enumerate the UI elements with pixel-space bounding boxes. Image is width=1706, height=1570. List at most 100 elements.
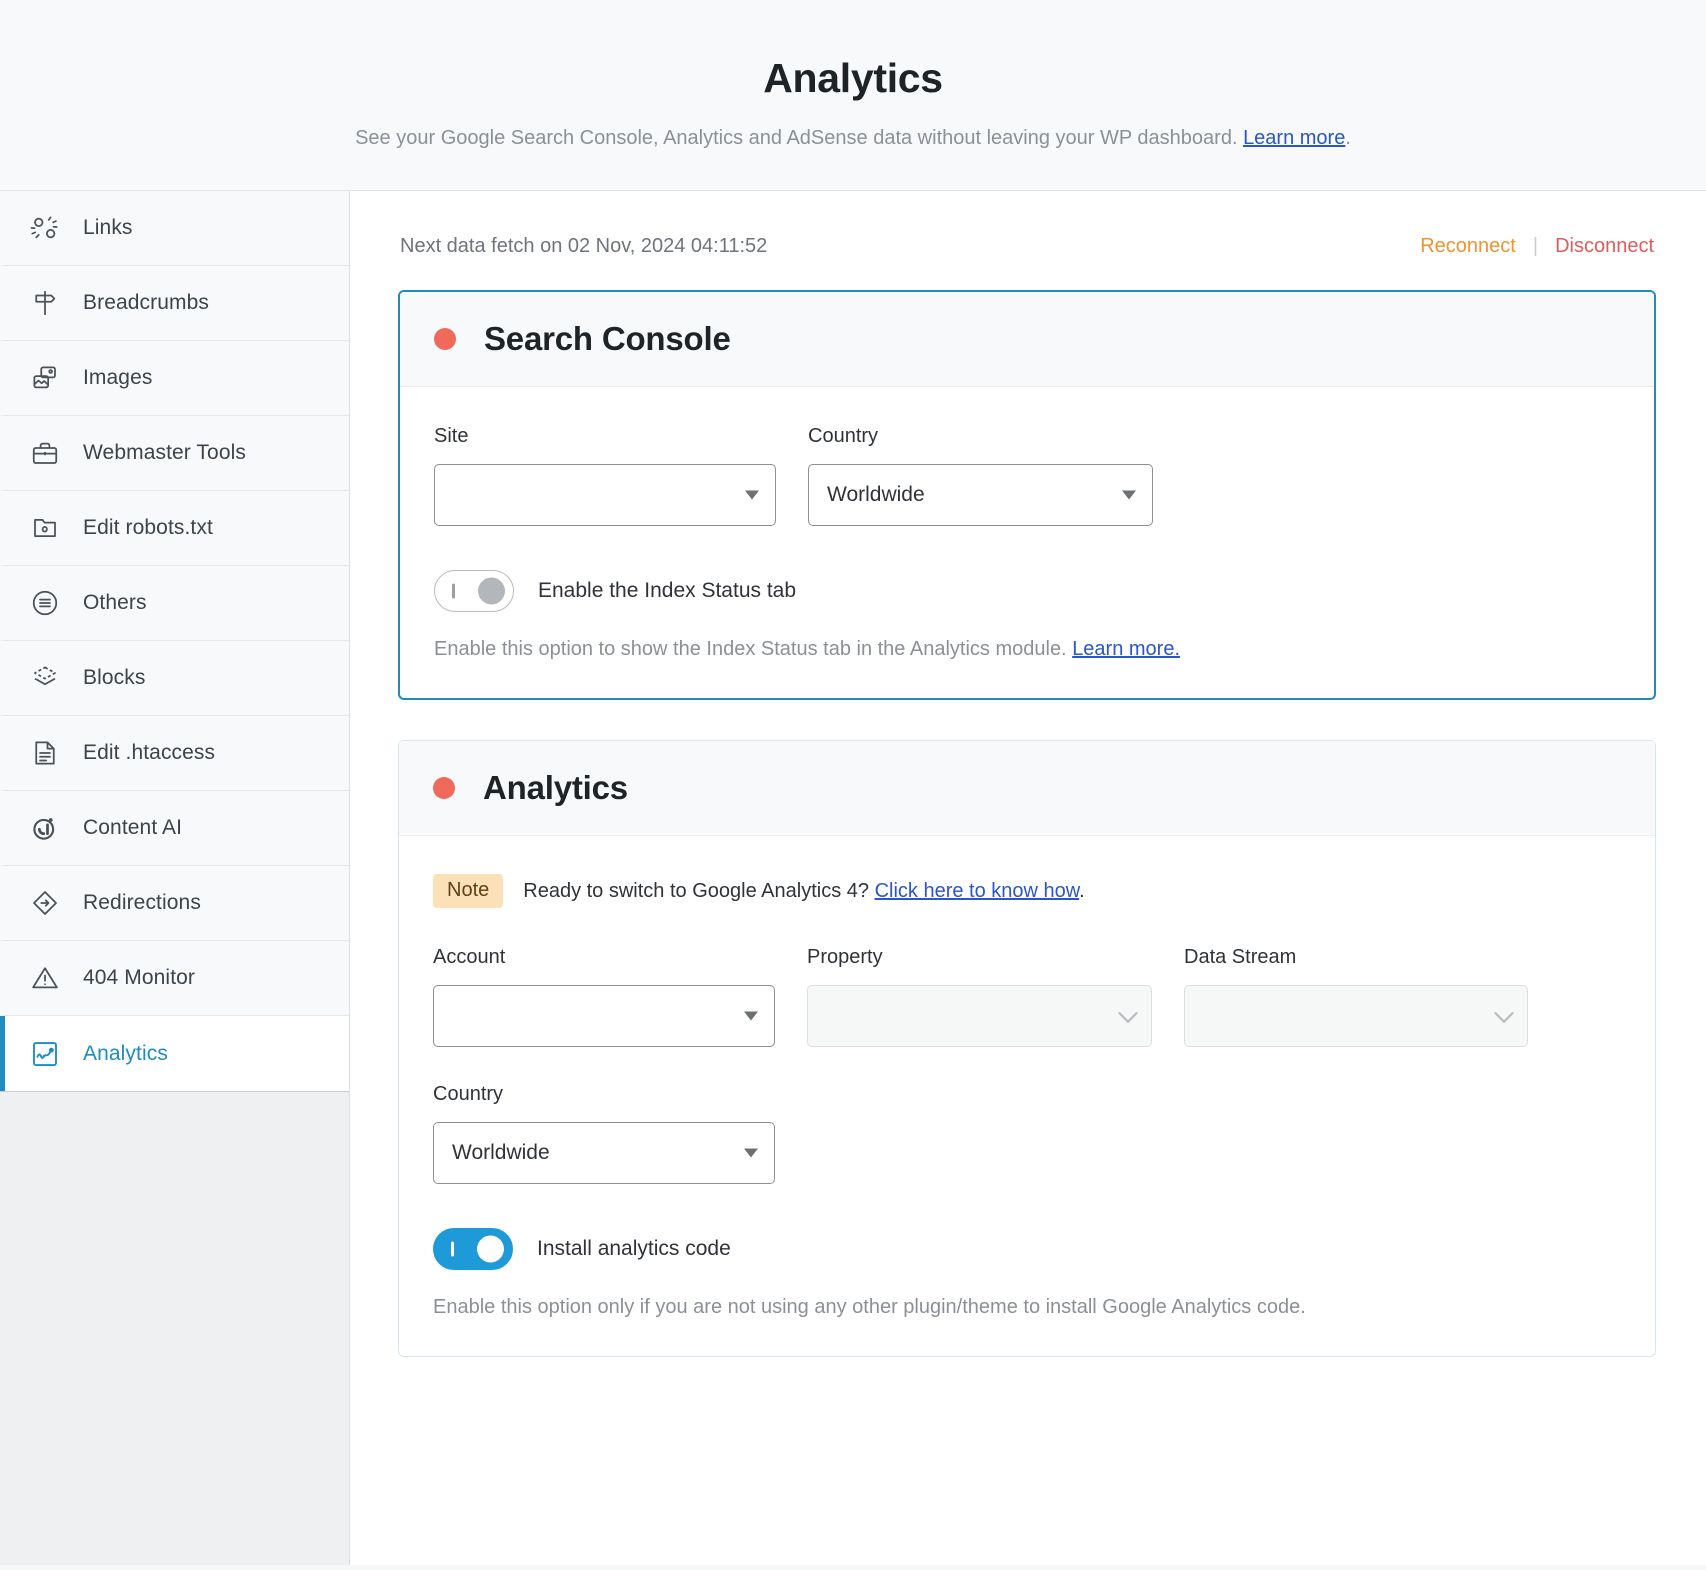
learn-more-link[interactable]: Learn more xyxy=(1243,127,1345,149)
fetch-status-row: Next data fetch on 02 Nov, 2024 04:11:52… xyxy=(398,235,1656,258)
chevron-down-icon xyxy=(1118,1003,1138,1024)
sidebar-item-label: Links xyxy=(83,216,133,240)
sidebar-item-label: Others xyxy=(83,591,147,615)
sidebar-item-label: Images xyxy=(83,366,153,390)
search-console-fields: Site Country Worldwide xyxy=(434,425,1620,527)
main-content: Next data fetch on 02 Nov, 2024 04:11:52… xyxy=(350,191,1706,1566)
page-subtitle-text: See your Google Search Console, Analytic… xyxy=(355,127,1244,150)
sidebar-item-label: Edit robots.txt xyxy=(83,516,213,540)
index-status-toggle[interactable] xyxy=(434,570,514,613)
search-console-title: Search Console xyxy=(484,320,731,358)
layers-icon xyxy=(29,662,61,694)
folder-robot-icon xyxy=(29,512,61,544)
data-stream-label: Data Stream xyxy=(1184,946,1297,969)
account-label: Account xyxy=(433,946,506,969)
list-circle-icon xyxy=(29,587,61,619)
sidebar-item-edit-htaccess[interactable]: Edit .htaccess xyxy=(0,716,349,792)
analytics-title: Analytics xyxy=(483,769,628,807)
property-select[interactable] xyxy=(807,985,1152,1048)
signpost-icon xyxy=(29,287,61,319)
analytics-account-fields: Account Property Data Stream xyxy=(433,946,1621,1048)
search-console-card: Search Console Site Country Worldwide En… xyxy=(398,290,1656,701)
sidebar-item-label: Breadcrumbs xyxy=(83,291,209,315)
sidebar-item-label: Redirections xyxy=(83,891,201,915)
page-subtitle-period: . xyxy=(1345,127,1351,150)
toggle-knob xyxy=(477,1235,504,1263)
sidebar-item-label: Webmaster Tools xyxy=(83,441,246,465)
toggle-bar xyxy=(451,1241,454,1257)
index-status-help: Enable this option to show the Index Sta… xyxy=(434,635,1620,664)
sidebar-item-label: Edit .htaccess xyxy=(83,741,216,765)
chevron-down-icon xyxy=(745,490,759,500)
toolbox-icon xyxy=(29,437,61,469)
analytics-card-header: Analytics xyxy=(399,741,1655,837)
sidebar-item-content-ai[interactable]: Content AI xyxy=(0,791,349,867)
analytics-card: Analytics Note Ready to switch to Google… xyxy=(398,740,1656,1358)
index-status-toggle-row: Enable the Index Status tab xyxy=(434,570,1620,613)
ga4-howto-link[interactable]: Click here to know how xyxy=(875,880,1080,902)
analytics-card-body: Note Ready to switch to Google Analytics… xyxy=(399,836,1655,1356)
index-status-toggle-label: Enable the Index Status tab xyxy=(538,579,797,603)
sidebar-item-breadcrumbs[interactable]: Breadcrumbs xyxy=(0,266,349,342)
install-code-toggle-label: Install analytics code xyxy=(537,1237,731,1261)
next-data-fetch-text: Next data fetch on 02 Nov, 2024 04:11:52 xyxy=(400,235,768,258)
search-console-card-body: Site Country Worldwide Enable the Index … xyxy=(400,387,1654,698)
sidebar-item-404-monitor[interactable]: 404 Monitor xyxy=(0,941,349,1017)
property-label: Property xyxy=(807,946,883,969)
redirect-arrow-icon xyxy=(29,887,61,919)
analytics-country-label: Country xyxy=(433,1083,504,1106)
data-stream-select[interactable] xyxy=(1184,985,1528,1048)
status-dot-icon xyxy=(434,328,456,351)
sidebar-item-others[interactable]: Others xyxy=(0,566,349,642)
data-stream-field: Data Stream xyxy=(1184,946,1528,1048)
links-icon xyxy=(29,212,61,244)
toggle-knob xyxy=(478,577,505,605)
disconnect-link[interactable]: Disconnect xyxy=(1555,235,1654,258)
file-lines-icon xyxy=(29,737,61,769)
chevron-down-icon xyxy=(744,1148,758,1158)
content-ai-icon xyxy=(29,812,61,844)
sc-country-select-value: Worldwide xyxy=(827,483,925,507)
sidebar-item-edit-robots[interactable]: Edit robots.txt xyxy=(0,491,349,567)
sidebar-item-analytics[interactable]: Analytics xyxy=(0,1016,349,1092)
analytics-country-select-value: Worldwide xyxy=(452,1141,550,1165)
sidebar-item-label: Analytics xyxy=(83,1041,168,1065)
connection-actions: Reconnect | Disconnect xyxy=(1420,235,1654,258)
site-select[interactable] xyxy=(434,464,776,527)
index-status-learn-more-link[interactable]: Learn more. xyxy=(1072,638,1180,660)
sidebar-item-webmaster-tools[interactable]: Webmaster Tools xyxy=(0,416,349,492)
chevron-down-icon xyxy=(1122,490,1136,500)
status-dot-icon xyxy=(433,777,455,800)
note-badge: Note xyxy=(433,874,504,909)
ga4-note-row: Note Ready to switch to Google Analytics… xyxy=(433,874,1621,909)
toggle-bar xyxy=(452,583,455,599)
chart-line-icon xyxy=(29,1038,61,1070)
sc-country-select[interactable]: Worldwide xyxy=(808,464,1153,527)
note-text: Ready to switch to Google Analytics 4? C… xyxy=(523,880,1084,903)
sidebar-item-links[interactable]: Links xyxy=(0,191,349,267)
account-field: Account xyxy=(433,946,775,1048)
install-analytics-code-toggle[interactable] xyxy=(433,1228,513,1271)
index-status-help-text: Enable this option to show the Index Sta… xyxy=(434,638,1073,661)
install-code-help: Enable this option only if you are not u… xyxy=(433,1296,1306,1319)
sc-country-label: Country xyxy=(808,425,879,448)
chevron-down-icon xyxy=(744,1011,758,1021)
chevron-down-icon xyxy=(1494,1003,1514,1024)
warning-triangle-icon xyxy=(29,962,61,994)
sidebar-item-label: Blocks xyxy=(83,666,146,690)
action-separator: | xyxy=(1532,235,1539,258)
images-icon xyxy=(29,362,61,394)
note-text-after: . xyxy=(1079,879,1085,902)
analytics-country-row: Country Worldwide xyxy=(433,1083,1621,1185)
sidebar-item-label: 404 Monitor xyxy=(83,966,195,990)
sidebar-filler xyxy=(0,1092,349,1566)
sidebar-item-blocks[interactable]: Blocks xyxy=(0,641,349,717)
sidebar-item-redirections[interactable]: Redirections xyxy=(0,866,349,942)
reconnect-link[interactable]: Reconnect xyxy=(1420,235,1516,258)
page-title: Analytics xyxy=(763,55,943,101)
sidebar-item-images[interactable]: Images xyxy=(0,341,349,417)
account-select[interactable] xyxy=(433,985,775,1048)
sidebar-item-label: Content AI xyxy=(83,816,183,840)
analytics-country-select[interactable]: Worldwide xyxy=(433,1122,775,1185)
property-field: Property xyxy=(807,946,1152,1048)
